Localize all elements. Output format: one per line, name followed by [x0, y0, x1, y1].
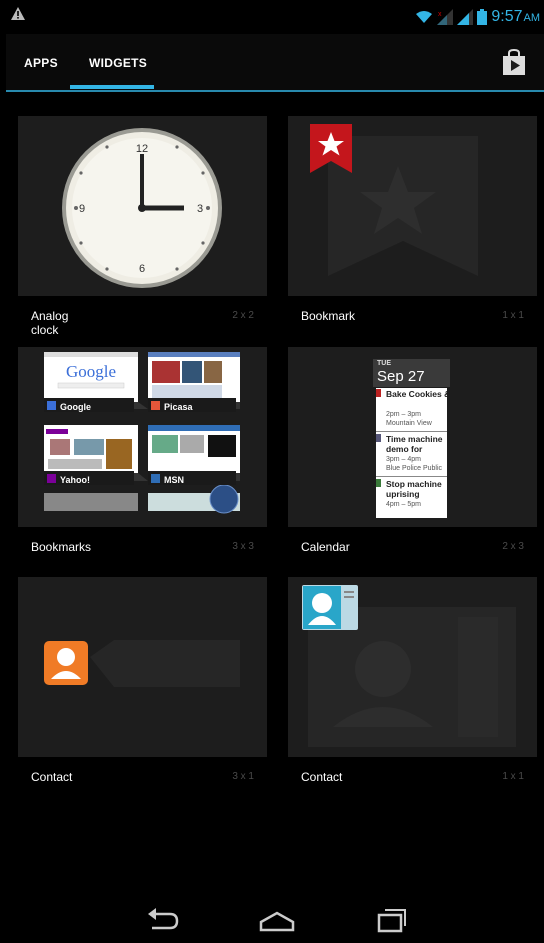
calendar-date: Sep 27	[377, 368, 425, 385]
svg-text:12: 12	[136, 143, 148, 155]
bookmark-thumb-label: Picasa	[164, 402, 193, 412]
status-icons: x 9:57AM	[415, 6, 540, 28]
google-logo: Google	[66, 362, 116, 381]
home-icon[interactable]	[257, 904, 297, 936]
navigation-bar	[0, 896, 544, 943]
widget-contact-1x1[interactable]	[288, 577, 537, 757]
tab-bar-divider	[6, 90, 544, 92]
svg-text:3: 3	[197, 203, 203, 215]
svg-text:6: 6	[139, 263, 145, 275]
widget-name: Analog clock	[31, 309, 69, 337]
widget-size: 3 x 3	[232, 541, 254, 552]
widget-contact-3x1[interactable]	[18, 577, 267, 757]
widget-size: 3 x 1	[232, 771, 254, 782]
clock-time: 9:57AM	[491, 8, 540, 25]
calendar-day: TUE	[377, 360, 391, 367]
event-title: Time machine demo for Sergey	[386, 434, 443, 454]
widget-size: 2 x 3	[502, 541, 524, 552]
bookmarks-preview: Google	[44, 352, 240, 514]
widget-bookmark[interactable]	[288, 116, 537, 296]
calendar-header: TUE Sep 27	[373, 359, 450, 387]
status-bar: x 9:57AM	[0, 0, 544, 34]
widget-name: Contact	[31, 770, 73, 784]
event-location: Blue Police Public	[386, 465, 443, 472]
tab-apps[interactable]: APPS	[24, 56, 58, 70]
svg-text:x: x	[438, 11, 442, 18]
calendar-events: Bake Cookies & Make Ice Cream 2pm – 3pm …	[376, 388, 447, 518]
wifi-icon	[416, 11, 433, 23]
bookmark-thumb-label: MSN	[164, 475, 184, 485]
battery-icon	[477, 9, 488, 25]
signal-icon	[457, 9, 474, 25]
event-title: Bake Cookies & Make Ice Cream	[386, 389, 447, 399]
event-time: 3pm – 4pm	[386, 456, 422, 463]
bookmark-thumb-label: Yahoo!	[60, 475, 91, 485]
contact-card-preview	[302, 585, 516, 747]
bookmark-preview	[310, 124, 478, 276]
widget-size: 2 x 2	[232, 310, 254, 321]
event-location: Mountain View	[386, 420, 432, 427]
signal-icon: x	[437, 9, 454, 25]
warning-icon	[11, 7, 25, 20]
event-time: 4pm – 5pm	[386, 501, 422, 508]
widget-name: Bookmark	[301, 309, 356, 323]
widget-analog-clock[interactable]: 12 3 6 9	[18, 116, 267, 296]
event-title: Stop machine uprising	[386, 479, 442, 499]
widget-name: Calendar	[301, 540, 350, 554]
widget-size: 1 x 1	[502, 771, 524, 782]
recent-apps-icon[interactable]	[372, 904, 412, 936]
widget-calendar[interactable]: TUE Sep 27 Bake Cookies & Make Ice Cream…	[288, 347, 537, 527]
analog-clock-preview: 12 3 6 9	[62, 128, 222, 288]
widget-name: Contact	[301, 770, 343, 784]
selected-tab-indicator	[70, 85, 154, 89]
tab-widgets[interactable]: WIDGETS	[89, 56, 147, 70]
event-time: 2pm – 3pm	[386, 411, 422, 418]
contact-preview	[44, 640, 240, 687]
widget-size: 1 x 1	[502, 310, 524, 321]
svg-text:9: 9	[79, 203, 85, 215]
widget-bookmarks[interactable]: Google Google Picasa Yahoo! MSN	[18, 347, 267, 527]
widget-name: Bookmarks	[31, 540, 92, 554]
tab-bar: APPS WIDGETS	[6, 34, 544, 92]
bookmark-thumb-label: Google	[60, 402, 91, 412]
play-store-icon[interactable]	[502, 49, 526, 75]
back-icon[interactable]	[142, 904, 182, 936]
